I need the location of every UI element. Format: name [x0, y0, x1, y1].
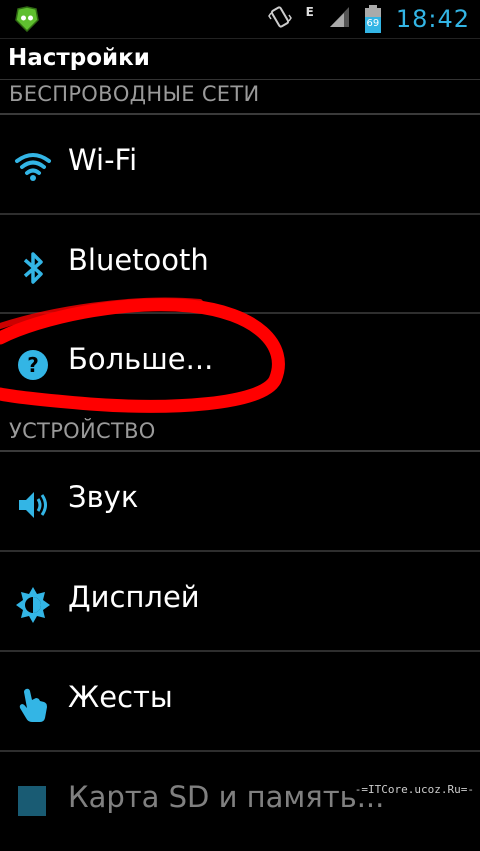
wifi-icon [14, 149, 52, 187]
settings-item-storage[interactable]: Карта SD и память... [0, 752, 480, 851]
settings-item-more[interactable]: ? Больше... [0, 314, 480, 413]
signal-icon [328, 6, 350, 32]
battery-icon: 69 [364, 5, 382, 33]
settings-item-label: Дисплей [68, 580, 200, 614]
settings-item-bluetooth[interactable]: Bluetooth [0, 215, 480, 314]
settings-item-label: Больше... [68, 342, 214, 376]
network-type-label: E [305, 5, 314, 19]
gesture-hand-icon [14, 686, 52, 724]
settings-item-label: Жесты [68, 680, 173, 714]
speaker-icon [14, 486, 52, 524]
settings-item-label: Карта SD и память... [68, 780, 385, 814]
vibrate-icon [267, 5, 292, 33]
settings-item-label: Bluetooth [68, 243, 209, 277]
watermark-text: -=ITCore.ucoz.Ru=- [354, 783, 474, 796]
clock: 18:42 [395, 5, 470, 33]
app-icon [14, 6, 40, 36]
brightness-icon [14, 586, 52, 624]
storage-icon [14, 782, 52, 820]
settings-item-wifi[interactable]: Wi-Fi [0, 115, 480, 214]
section-header-device: УСТРОЙСТВО [0, 416, 480, 452]
battery-level-label: 69 [366, 18, 380, 29]
settings-item-display[interactable]: Дисплей [0, 552, 480, 651]
bluetooth-icon [14, 249, 52, 287]
action-bar: Настройки [0, 39, 480, 80]
page-title: Настройки [8, 45, 150, 71]
status-bar: E 69 18:42 [0, 0, 480, 39]
section-header-wireless: БЕСПРОВОДНЫЕ СЕТИ [0, 79, 480, 115]
settings-item-label: Wi-Fi [68, 143, 138, 177]
settings-item-label: Звук [68, 480, 139, 514]
settings-item-sound[interactable]: Звук [0, 452, 480, 551]
section-header-label: БЕСПРОВОДНЫЕ СЕТИ [9, 82, 260, 106]
svg-text:?: ? [27, 353, 39, 377]
settings-item-gestures[interactable]: Жесты [0, 652, 480, 751]
section-header-label: УСТРОЙСТВО [9, 419, 156, 443]
help-icon: ? [14, 348, 52, 386]
